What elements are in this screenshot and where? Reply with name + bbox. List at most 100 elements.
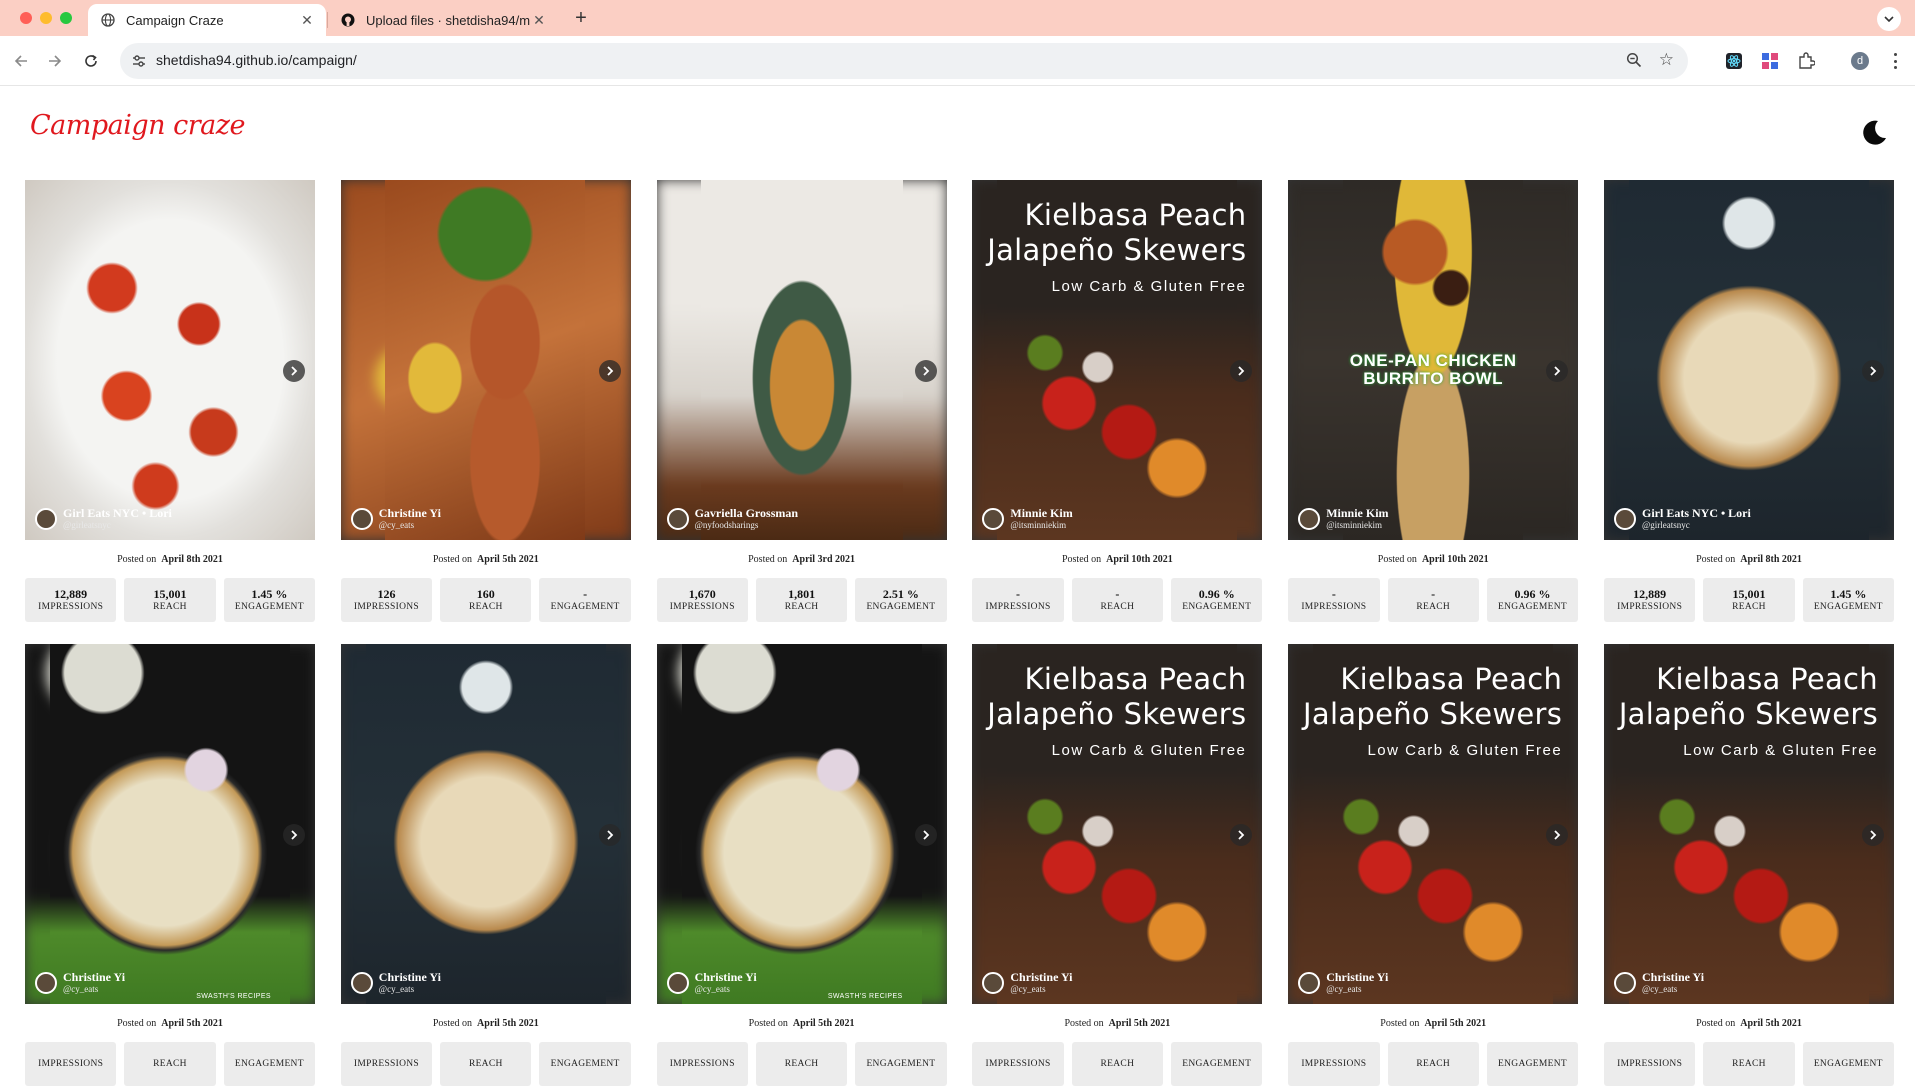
engagement-value: 0.96 % xyxy=(1198,586,1235,601)
next-slide-button[interactable] xyxy=(914,824,937,846)
post-media[interactable]: Christine Yi @cy_eats xyxy=(340,180,631,540)
post-media[interactable]: Kielbasa Peach Jalapeño Skewers Low Carb… xyxy=(972,644,1263,1004)
next-slide-button[interactable] xyxy=(1861,824,1884,846)
engagement-label: ENGAGEMENT xyxy=(866,601,936,612)
campaign-card: Girl Eats NYC • Lori @girleatsnyc Posted… xyxy=(25,180,315,622)
campaign-card: Girl Eats NYC • Lori @girleatsnyc Posted… xyxy=(1603,180,1894,622)
next-slide-button[interactable] xyxy=(598,360,621,382)
impressions-label: IMPRESSIONS xyxy=(353,601,419,612)
overlay-bowl-text: ONE-PAN CHICKEN BURRITO BOWL xyxy=(1349,351,1517,388)
author-info[interactable]: Minnie Kim @itsminniekim xyxy=(1298,507,1389,530)
minimize-window-button[interactable] xyxy=(40,12,52,24)
impressions-stat: - IMPRESSIONS xyxy=(1288,578,1380,622)
author-info[interactable]: Christine Yi @cy_eats xyxy=(666,970,757,994)
next-slide-button[interactable] xyxy=(1861,360,1884,382)
post-media[interactable]: Christine Yi @cy_eats xyxy=(340,644,631,1004)
browser-menu-icon[interactable] xyxy=(1890,50,1900,72)
site-logo[interactable]: Campaign craze xyxy=(30,110,245,141)
close-window-button[interactable] xyxy=(20,12,32,24)
profile-avatar[interactable]: d xyxy=(1851,52,1869,70)
avatar xyxy=(1298,971,1321,994)
author-info[interactable]: Christine Yi @cy_eats xyxy=(35,971,125,994)
author-name: Christine Yi xyxy=(694,970,757,984)
author-info[interactable]: Christine Yi @cy_eats xyxy=(1298,971,1388,994)
site-info-icon[interactable] xyxy=(130,52,148,70)
image-overlay-text: Kielbasa Peach Jalapeño Skewers Low Carb… xyxy=(1604,644,1894,759)
forward-button[interactable] xyxy=(42,48,68,74)
post-media[interactable]: Gavriella Grossman @nyfoodsharings xyxy=(656,180,947,540)
reach-stat: - REACH xyxy=(1071,578,1164,622)
author-info[interactable]: Gavriella Grossman @nyfoodsharings xyxy=(666,507,798,530)
overlay-title: Kielbasa Peach Jalapeño Skewers xyxy=(987,198,1247,267)
author-info[interactable]: Christine Yi @cy_eats xyxy=(350,970,441,994)
next-slide-button[interactable] xyxy=(598,824,621,846)
posted-date: Posted on April 8th 2021 xyxy=(1604,540,1894,578)
post-media[interactable]: Girl Eats NYC • Lori @girleatsnyc xyxy=(25,180,315,540)
stats-row: IMPRESSIONS REACH ENGAGEMENT xyxy=(972,1042,1263,1086)
back-button[interactable] xyxy=(8,48,34,74)
post-media[interactable]: Kielbasa Peach Jalapeño Skewers Low Carb… xyxy=(1603,644,1894,1004)
impressions-stat: IMPRESSIONS xyxy=(656,1042,748,1086)
author-name: Christine Yi xyxy=(1641,970,1705,984)
next-slide-button[interactable] xyxy=(283,824,305,846)
reach-stat: - REACH xyxy=(1387,578,1479,622)
author-name: Christine Yi xyxy=(63,970,126,984)
react-devtools-icon[interactable] xyxy=(1724,51,1744,71)
engagement-stat: 1.45 % ENGAGEMENT xyxy=(1802,578,1894,622)
post-date: April 8th 2021 xyxy=(161,553,223,565)
post-media[interactable]: ONE-PAN CHICKEN BURRITO BOWL Minnie Kim … xyxy=(1288,180,1579,540)
engagement-label: ENGAGEMENT xyxy=(234,601,304,612)
post-media[interactable]: SWASTH'S RECIPES Christine Yi @cy_eats xyxy=(25,644,315,1004)
post-media[interactable]: SWASTH'S RECIPES Christine Yi @cy_eats xyxy=(656,644,947,1004)
new-tab-button[interactable]: + xyxy=(570,8,592,30)
next-slide-button[interactable] xyxy=(283,360,305,382)
post-media[interactable]: Kielbasa Peach Jalapeño Skewers Low Carb… xyxy=(1288,644,1579,1004)
tab-upload-files[interactable]: Upload files · shetdisha94/mo ✕ xyxy=(328,4,558,36)
post-media[interactable]: Kielbasa Peach Jalapeño Skewers Low Carb… xyxy=(972,180,1263,540)
grid-extension-icon[interactable] xyxy=(1760,51,1780,71)
avatar xyxy=(350,971,373,994)
posted-date: Posted on April 10th 2021 xyxy=(1288,540,1578,578)
author-info[interactable]: Girl Eats NYC • Lori @girleatsnyc xyxy=(35,507,172,530)
engagement-stat: 0.96 % ENGAGEMENT xyxy=(1486,578,1579,622)
reach-stat: 15,001 REACH xyxy=(124,578,216,622)
tab-campaign-craze[interactable]: Campaign Craze ✕ xyxy=(88,4,326,36)
reach-label: REACH xyxy=(1100,601,1135,612)
engagement-stat: ENGAGEMENT xyxy=(539,1042,631,1086)
stats-row: IMPRESSIONS REACH ENGAGEMENT xyxy=(1603,1042,1894,1086)
author-info[interactable]: Girl Eats NYC • Lori @girleatsnyc xyxy=(1613,507,1751,530)
impressions-value: 12,889 xyxy=(1633,586,1667,601)
maximize-window-button[interactable] xyxy=(60,12,72,24)
tab-search-button[interactable] xyxy=(1877,7,1901,31)
reach-label: REACH xyxy=(1100,1059,1135,1069)
chevron-right-icon xyxy=(291,830,298,840)
next-slide-button[interactable] xyxy=(914,360,937,382)
extensions-puzzle-icon[interactable] xyxy=(1796,51,1816,71)
impressions-label: IMPRESSIONS xyxy=(985,601,1051,612)
bookmark-star-icon[interactable]: ☆ xyxy=(1659,51,1674,69)
post-media[interactable]: Girl Eats NYC • Lori @girleatsnyc xyxy=(1603,180,1894,540)
engagement-value: - xyxy=(583,586,588,601)
post-date: April 5th 2021 xyxy=(1424,1017,1487,1029)
github-icon xyxy=(340,12,356,28)
posted-date: Posted on April 10th 2021 xyxy=(972,540,1262,578)
impressions-stat: IMPRESSIONS xyxy=(1288,1042,1380,1086)
posted-on-label: Posted on xyxy=(748,553,788,565)
address-bar[interactable]: shetdisha94.github.io/campaign/ ☆ xyxy=(120,43,1688,79)
engagement-label: ENGAGEMENT xyxy=(1182,601,1252,612)
zoom-icon[interactable] xyxy=(1626,52,1642,73)
author-name: Christine Yi xyxy=(378,970,441,984)
author-info[interactable]: Christine Yi @cy_eats xyxy=(982,971,1073,994)
engagement-value: 1.45 % xyxy=(1830,586,1867,601)
author-info[interactable]: Minnie Kim @itsminniekim xyxy=(982,507,1073,530)
author-info[interactable]: Christine Yi @cy_eats xyxy=(350,507,441,530)
reach-stat: 15,001 REACH xyxy=(1703,578,1795,622)
posted-on-label: Posted on xyxy=(748,1017,788,1029)
impressions-label: IMPRESSIONS xyxy=(669,1059,735,1069)
author-info[interactable]: Christine Yi @cy_eats xyxy=(1613,970,1705,994)
close-tab-icon[interactable]: ✕ xyxy=(530,11,548,29)
moon-icon[interactable] xyxy=(1859,118,1889,148)
reach-stat: REACH xyxy=(440,1042,532,1086)
reload-button[interactable] xyxy=(78,48,104,74)
close-tab-icon[interactable]: ✕ xyxy=(298,11,316,29)
